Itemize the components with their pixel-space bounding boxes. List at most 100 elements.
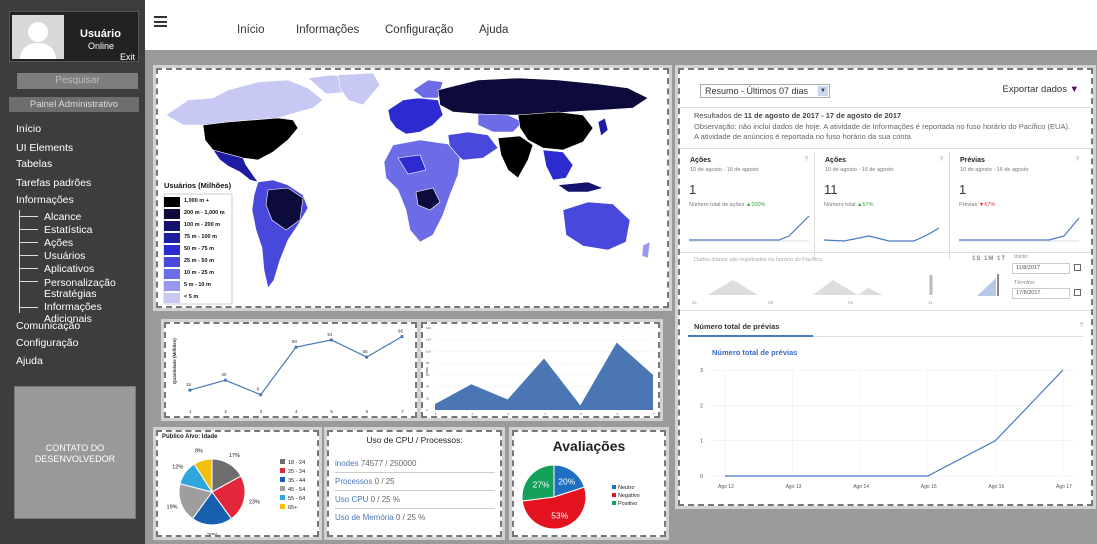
topnav-inicio[interactable]: Início bbox=[237, 24, 265, 36]
topnav-configuracao[interactable]: Configuração bbox=[385, 24, 453, 36]
main-y-tick: 3 bbox=[700, 368, 703, 374]
age-pie-title: Público Alvo: Idade bbox=[162, 434, 218, 440]
line-point bbox=[365, 355, 369, 359]
contact-line-1: CONTATO DO bbox=[45, 443, 105, 453]
line-x-tick: 4 bbox=[295, 409, 298, 414]
ratings-value-label: 53% bbox=[551, 511, 568, 521]
age-pie-value-label: 23% bbox=[249, 499, 260, 505]
age-legend-label: 45 - 54 bbox=[288, 487, 305, 493]
previas-line-chart: 0 1 2 3 Ago 12 Ago 13 Ago 14 Ago 15 Ago 16 Ago 17 bbox=[700, 368, 1073, 490]
nav-inicio[interactable]: Início bbox=[16, 123, 41, 135]
nav-informacoes[interactable]: Informações bbox=[16, 194, 74, 206]
line-data-label: 30 bbox=[221, 372, 227, 377]
exit-link[interactable]: Exit bbox=[120, 52, 135, 62]
chevron-down-icon: ▼ bbox=[818, 86, 828, 96]
map-legend-item: 50 m - 75 m bbox=[164, 245, 230, 255]
line-chart-panel: Quantidade (Milhões) 15 1 30 2 8 3 80 4 91 5 65 6 96… bbox=[161, 319, 420, 421]
topnav-informacoes[interactable]: Informações bbox=[296, 24, 359, 36]
main-x-tick: Ago 14 bbox=[853, 484, 869, 490]
cpu-row-processos: Processos 0 / 25 bbox=[335, 477, 495, 491]
end-date-input[interactable]: 17/8/2017 bbox=[1012, 288, 1070, 299]
user-name: Usuário bbox=[80, 28, 121, 40]
area-x-tick: 3 bbox=[508, 412, 510, 416]
line-x-tick: 6 bbox=[366, 409, 369, 414]
start-date-input[interactable]: 11/8/2017 bbox=[1012, 263, 1070, 274]
calendar-icon[interactable] bbox=[1074, 264, 1081, 271]
age-pie-value-label: 17% bbox=[229, 453, 240, 459]
line-data-label: 8 bbox=[257, 387, 260, 392]
legend-swatch bbox=[164, 245, 180, 255]
map-legend-item: 100 m - 200 m bbox=[164, 221, 230, 231]
calendar-icon[interactable] bbox=[1074, 289, 1081, 296]
stat-card-acoes-2: Ações? 10 de agosto - 16 de agosto 11 Núm… bbox=[819, 152, 950, 260]
hamburger-menu-icon[interactable] bbox=[154, 16, 167, 27]
age-pie-chart: 17% 23% 20% 19% 12% 9% 18 - 24 25 - 34 35 - 44 45… bbox=[167, 449, 306, 539]
chart-title: Número total de prévias bbox=[712, 348, 798, 357]
topnav-ajuda[interactable]: Ajuda bbox=[479, 24, 508, 36]
area-x-tick: 1 bbox=[435, 412, 437, 416]
help-icon[interactable]: ? bbox=[1080, 323, 1083, 329]
export-data-button[interactable]: Exportar dados ▼ bbox=[1003, 84, 1079, 95]
help-icon[interactable]: ? bbox=[1076, 157, 1079, 163]
line-x-tick: 3 bbox=[260, 409, 263, 414]
legend-label: 50 m - 75 m bbox=[184, 246, 214, 252]
legend-label: 200 m - 1,000 m bbox=[184, 210, 225, 216]
main-y-tick: 1 bbox=[700, 439, 703, 445]
nav-comunicacao[interactable]: Comunicação bbox=[16, 320, 80, 332]
help-icon[interactable]: ? bbox=[805, 157, 808, 163]
export-arrow-icon: ▼ bbox=[1069, 84, 1079, 95]
tree-line bbox=[19, 210, 20, 313]
line-point bbox=[329, 338, 333, 342]
legend-swatch bbox=[164, 209, 180, 219]
legend-label: 5 m - 10 m bbox=[184, 282, 211, 288]
age-legend-swatch bbox=[280, 486, 285, 491]
age-legend-label: 65+ bbox=[288, 505, 297, 511]
nav-ajuda[interactable]: Ajuda bbox=[16, 355, 43, 367]
summary-panel: Resumo - Últimos 07 dias ▼ Exportar dado… bbox=[675, 65, 1096, 509]
nav-sub-alcance[interactable]: Alcance bbox=[44, 211, 81, 223]
nav-ui-elements[interactable]: UI Elements bbox=[16, 142, 73, 154]
period-buttons[interactable]: 1S 1M 1T bbox=[972, 256, 1006, 262]
timeline-overview: 21 28 04 11 bbox=[692, 275, 933, 305]
contact-line-2: DESENVOLVEDOR bbox=[34, 454, 116, 464]
main-y-tick: 0 bbox=[700, 474, 703, 480]
age-pie-value-label: 12% bbox=[172, 465, 183, 471]
legend-swatch bbox=[164, 221, 180, 231]
area-y-tick: 140 bbox=[426, 326, 431, 330]
help-icon[interactable]: ? bbox=[940, 157, 943, 163]
line-data-label: 15 bbox=[186, 382, 192, 387]
area-y-tick: 0 bbox=[426, 408, 428, 412]
line-point bbox=[188, 388, 192, 392]
legend-swatch bbox=[164, 293, 180, 303]
main-x-tick: Ago 13 bbox=[786, 484, 802, 490]
nav-tabelas[interactable]: Tabelas bbox=[16, 158, 52, 170]
nav-sub-estrategias[interactable]: Estratégias bbox=[44, 288, 97, 300]
period-select-value: Resumo - Últimos 07 dias bbox=[705, 86, 809, 96]
tab-total-previas[interactable]: Número total de prévias bbox=[694, 322, 779, 331]
contact-developer-button[interactable]: CONTATO DO DESENVOLVEDOR bbox=[14, 386, 136, 519]
svg-text:21: 21 bbox=[692, 300, 698, 305]
nav-configuracao[interactable]: Configuração bbox=[16, 337, 78, 349]
age-legend-label: 55 - 64 bbox=[288, 496, 305, 502]
stat-card-previas: Prévias? 10 de agosto - 16 de agosto 1 Pr… bbox=[954, 152, 1085, 260]
timeline-selection[interactable] bbox=[972, 268, 1002, 298]
period-select[interactable]: Resumo - Últimos 07 dias ▼ bbox=[700, 84, 830, 98]
age-legend-label: 18 - 24 bbox=[288, 460, 305, 466]
legend-label: 1,000 m + bbox=[184, 198, 209, 204]
nav-sub-estatistica[interactable]: Estatística bbox=[44, 224, 92, 236]
search-button[interactable]: Pesquisar bbox=[17, 73, 138, 89]
main-x-tick: Ago 16 bbox=[988, 484, 1004, 490]
nav-sub-acoes[interactable]: Ações bbox=[44, 237, 73, 249]
age-legend-label: 35 - 44 bbox=[288, 478, 305, 484]
nav-sub-usuarios[interactable]: Usuários bbox=[44, 250, 85, 262]
user-profile: Usuário Online Exit bbox=[9, 11, 139, 62]
top-bar: Início Informações Configuração Ajuda bbox=[145, 0, 1097, 50]
line-data-label: 96 bbox=[398, 329, 404, 334]
age-pie-value-label: 9% bbox=[195, 449, 203, 455]
area-x-tick: 2 bbox=[471, 412, 473, 416]
svg-text:04: 04 bbox=[848, 300, 854, 305]
nav-tarefas[interactable]: Tarefas padrões bbox=[16, 177, 91, 189]
ratings-legend-swatch bbox=[612, 485, 616, 489]
nav-sub-aplicativos[interactable]: Aplicativos bbox=[44, 263, 94, 275]
stat-card-acoes-1: Ações? 10 de agosto - 16 de agosto 1 Núme… bbox=[684, 152, 815, 260]
